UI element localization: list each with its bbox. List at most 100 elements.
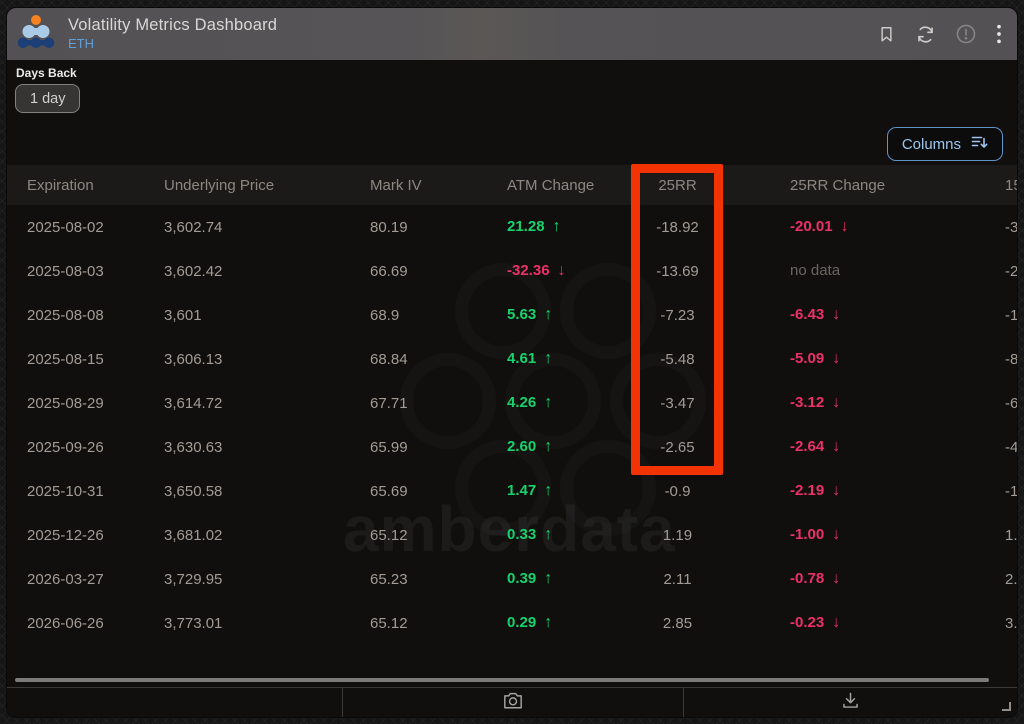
cell-mark-iv: 68.9 [370, 306, 400, 324]
header-25rr-change[interactable]: 25RR Change [722, 177, 1005, 194]
columns-button[interactable]: Columns [886, 127, 1003, 161]
table-row[interactable]: 2025-08-29 3,614.72 67.71 4.26 ↑ -3.47 -3… [7, 381, 1017, 425]
cell-underlying-price: 3,681.02 [164, 526, 223, 544]
cell-15rr-clipped: -6. [1005, 394, 1017, 412]
cell-expiration: 2025-08-08 [27, 306, 104, 324]
cell-expiration: 2025-10-31 [27, 482, 104, 500]
trend-arrow-icon: ↓ [840, 218, 849, 235]
cell-25rr: -7.23 [660, 306, 695, 324]
header-expiration[interactable]: Expiration [27, 177, 164, 194]
table-row[interactable]: 2025-08-03 3,602.42 66.69 -32.36 ↓ -13.69… [7, 249, 1017, 293]
cell-mark-iv: 65.12 [370, 526, 408, 544]
cell-underlying-price: 3,614.72 [164, 394, 223, 412]
header-underlying-price[interactable]: Underlying Price [164, 177, 370, 194]
trend-arrow-icon: ↓ [832, 438, 841, 455]
trend-arrow-icon: ↓ [832, 394, 841, 411]
cell-atm-change: 21.28 ↑ [507, 218, 561, 235]
cell-mark-iv: 65.69 [370, 482, 408, 500]
cell-mark-iv: 65.23 [370, 570, 408, 588]
table-row[interactable]: 2026-03-27 3,729.95 65.23 0.39 ↑ 2.11 -0.… [7, 557, 1017, 601]
cell-25rr-change: -5.09 ↓ [790, 350, 841, 367]
cell-25rr: 1.19 [662, 526, 693, 544]
trend-arrow-icon: ↑ [544, 570, 553, 587]
cell-15rr-clipped: -1. [1005, 482, 1017, 500]
volatility-table: Expiration Underlying Price Mark IV ATM … [7, 165, 1017, 645]
cell-25rr-change: -3.12 ↓ [790, 394, 841, 411]
trend-arrow-icon: ↑ [544, 482, 553, 499]
cell-15rr-clipped: -4. [1005, 438, 1017, 456]
cell-atm-change: 0.39 ↑ [507, 570, 553, 587]
table-row[interactable]: 2025-12-26 3,681.02 65.12 0.33 ↑ 1.19 -1.… [7, 513, 1017, 557]
cell-25rr-change: no data [790, 262, 841, 279]
table-row[interactable]: 2026-06-26 3,773.01 65.12 0.29 ↑ 2.85 -0.… [7, 601, 1017, 645]
download-button[interactable] [684, 688, 1017, 717]
cell-25rr-change: -20.01 ↓ [790, 218, 849, 235]
cell-atm-change: -32.36 ↓ [507, 262, 566, 279]
camera-icon [502, 690, 524, 715]
cell-underlying-price: 3,650.58 [164, 482, 223, 500]
volatility-dashboard-widget: amberdata Volatility Metrics Dashboard E… [7, 8, 1017, 717]
cell-15rr-clipped: -30 [1005, 218, 1017, 236]
cell-atm-change: 0.33 ↑ [507, 526, 553, 543]
cell-15rr-clipped: 1.1 [1005, 526, 1017, 544]
info-icon[interactable] [955, 23, 977, 45]
table-row[interactable]: 2025-08-15 3,606.13 68.84 4.61 ↑ -5.48 -5… [7, 337, 1017, 381]
screenshot-button[interactable] [343, 688, 684, 717]
trend-arrow-icon: ↓ [832, 350, 841, 367]
trend-arrow-icon: ↓ [557, 262, 566, 279]
cell-atm-change: 1.47 ↑ [507, 482, 553, 499]
trend-arrow-icon: ↓ [832, 306, 841, 323]
cell-underlying-price: 3,773.01 [164, 614, 223, 632]
kebab-menu-icon[interactable] [996, 23, 1002, 45]
bookmark-icon[interactable] [877, 24, 896, 45]
refresh-icon[interactable] [915, 24, 936, 45]
header-atm-change[interactable]: ATM Change [507, 177, 633, 194]
trend-arrow-icon: ↑ [544, 306, 553, 323]
cell-mark-iv: 65.99 [370, 438, 408, 456]
cell-15rr-clipped: 2.4 [1005, 570, 1017, 588]
table-row[interactable]: 2025-09-26 3,630.63 65.99 2.60 ↑ -2.65 -2… [7, 425, 1017, 469]
trend-arrow-icon: ↓ [832, 570, 841, 587]
header-15rr-clipped[interactable]: 15 [1005, 177, 1017, 194]
table-row[interactable]: 2025-08-02 3,602.74 80.19 21.28 ↑ -18.92 … [7, 205, 1017, 249]
header-25rr[interactable]: 25RR [633, 177, 722, 194]
cell-expiration: 2026-03-27 [27, 570, 104, 588]
cell-underlying-price: 3,729.95 [164, 570, 223, 588]
table-row[interactable]: 2025-10-31 3,650.58 65.69 1.47 ↑ -0.9 -2.… [7, 469, 1017, 513]
cell-15rr-clipped: -22 [1005, 262, 1017, 280]
cell-atm-change: 5.63 ↑ [507, 306, 553, 323]
cell-expiration: 2026-06-26 [27, 614, 104, 632]
header-mark-iv[interactable]: Mark IV [370, 177, 507, 194]
trend-arrow-icon: ↑ [544, 350, 553, 367]
cell-expiration: 2025-08-02 [27, 218, 104, 236]
title-bar: Volatility Metrics Dashboard ETH [7, 8, 1017, 60]
trend-arrow-icon: ↓ [832, 526, 841, 543]
cell-25rr: 2.11 [663, 570, 692, 588]
cell-atm-change: 4.26 ↑ [507, 394, 553, 411]
resize-handle[interactable] [1002, 702, 1011, 711]
cell-mark-iv: 68.84 [370, 350, 408, 368]
widget-title: Volatility Metrics Dashboard [68, 16, 278, 35]
cell-expiration: 2025-08-15 [27, 350, 104, 368]
days-back-value: 1 day [30, 90, 66, 107]
days-back-selector[interactable]: 1 day [15, 84, 81, 113]
cell-expiration: 2025-08-03 [27, 262, 104, 280]
trend-arrow-icon: ↑ [552, 218, 561, 235]
cell-expiration: 2025-12-26 [27, 526, 104, 544]
horizontal-scrollbar[interactable] [15, 678, 989, 682]
footer-empty-cell [7, 688, 343, 717]
trend-arrow-icon: ↓ [832, 482, 841, 499]
asset-label: ETH [68, 36, 94, 52]
cell-underlying-price: 3,606.13 [164, 350, 223, 368]
cell-25rr: 2.85 [662, 614, 693, 632]
days-back-label: Days Back [16, 66, 77, 80]
trend-arrow-icon: ↑ [544, 394, 553, 411]
cell-25rr-change: -0.78 ↓ [790, 570, 841, 587]
cell-underlying-price: 3,601 [164, 306, 202, 324]
cell-mark-iv: 66.69 [370, 262, 408, 280]
footer-toolbar [7, 687, 1017, 717]
trend-arrow-icon: ↑ [544, 614, 553, 631]
cell-25rr-change: -6.43 ↓ [790, 306, 841, 323]
table-row[interactable]: 2025-08-08 3,601 68.9 5.63 ↑ -7.23 -6.43 ↓… [7, 293, 1017, 337]
cell-25rr-change: -1.00 ↓ [790, 526, 841, 543]
